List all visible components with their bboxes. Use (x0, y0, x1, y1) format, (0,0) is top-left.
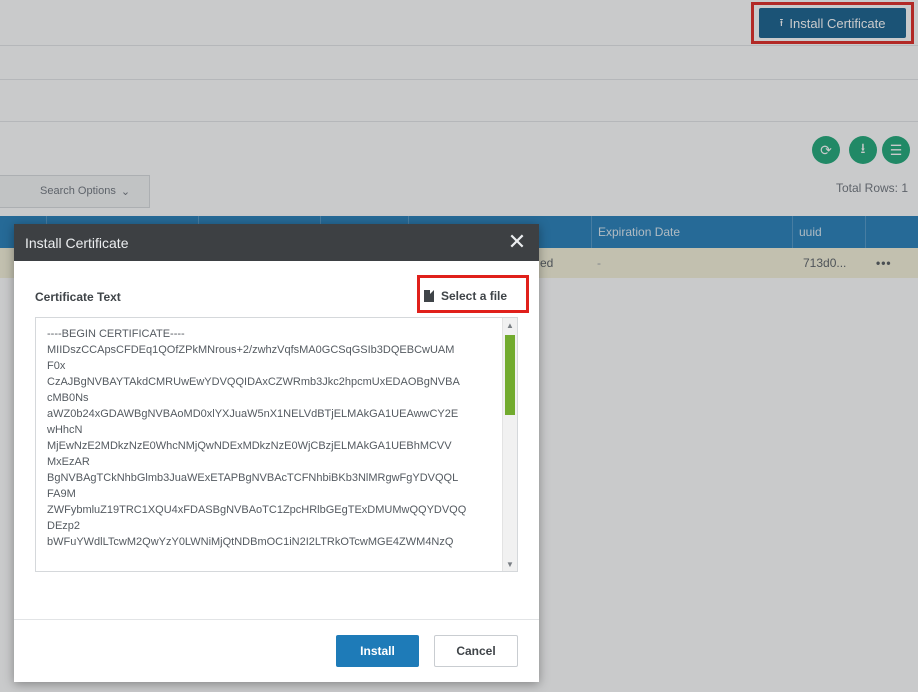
install-button[interactable]: Install (336, 635, 419, 667)
scrollbar[interactable]: ▲ ▼ (502, 318, 517, 571)
file-icon (424, 290, 434, 302)
install-certificate-dialog: Install Certificate ✕ Certificate Text S… (14, 224, 539, 682)
footer-divider (14, 619, 539, 620)
certificate-text-area[interactable]: ----BEGIN CERTIFICATE---- MIIDszCCApsCFD… (35, 317, 518, 572)
select-file-label: Select a file (441, 289, 508, 303)
scroll-down-icon[interactable]: ▼ (503, 557, 517, 571)
close-icon[interactable]: ✕ (505, 230, 529, 254)
dialog-title: Install Certificate (25, 234, 129, 251)
select-file-button[interactable]: Select a file (424, 285, 507, 307)
scrollbar-thumb[interactable] (505, 335, 515, 415)
certificate-text-content: ----BEGIN CERTIFICATE---- MIIDszCCApsCFD… (47, 328, 467, 548)
certificate-text-label: Certificate Text (35, 290, 121, 304)
cancel-button[interactable]: Cancel (434, 635, 518, 667)
dialog-header: Install Certificate ✕ (14, 224, 539, 261)
scroll-up-icon[interactable]: ▲ (503, 318, 517, 332)
